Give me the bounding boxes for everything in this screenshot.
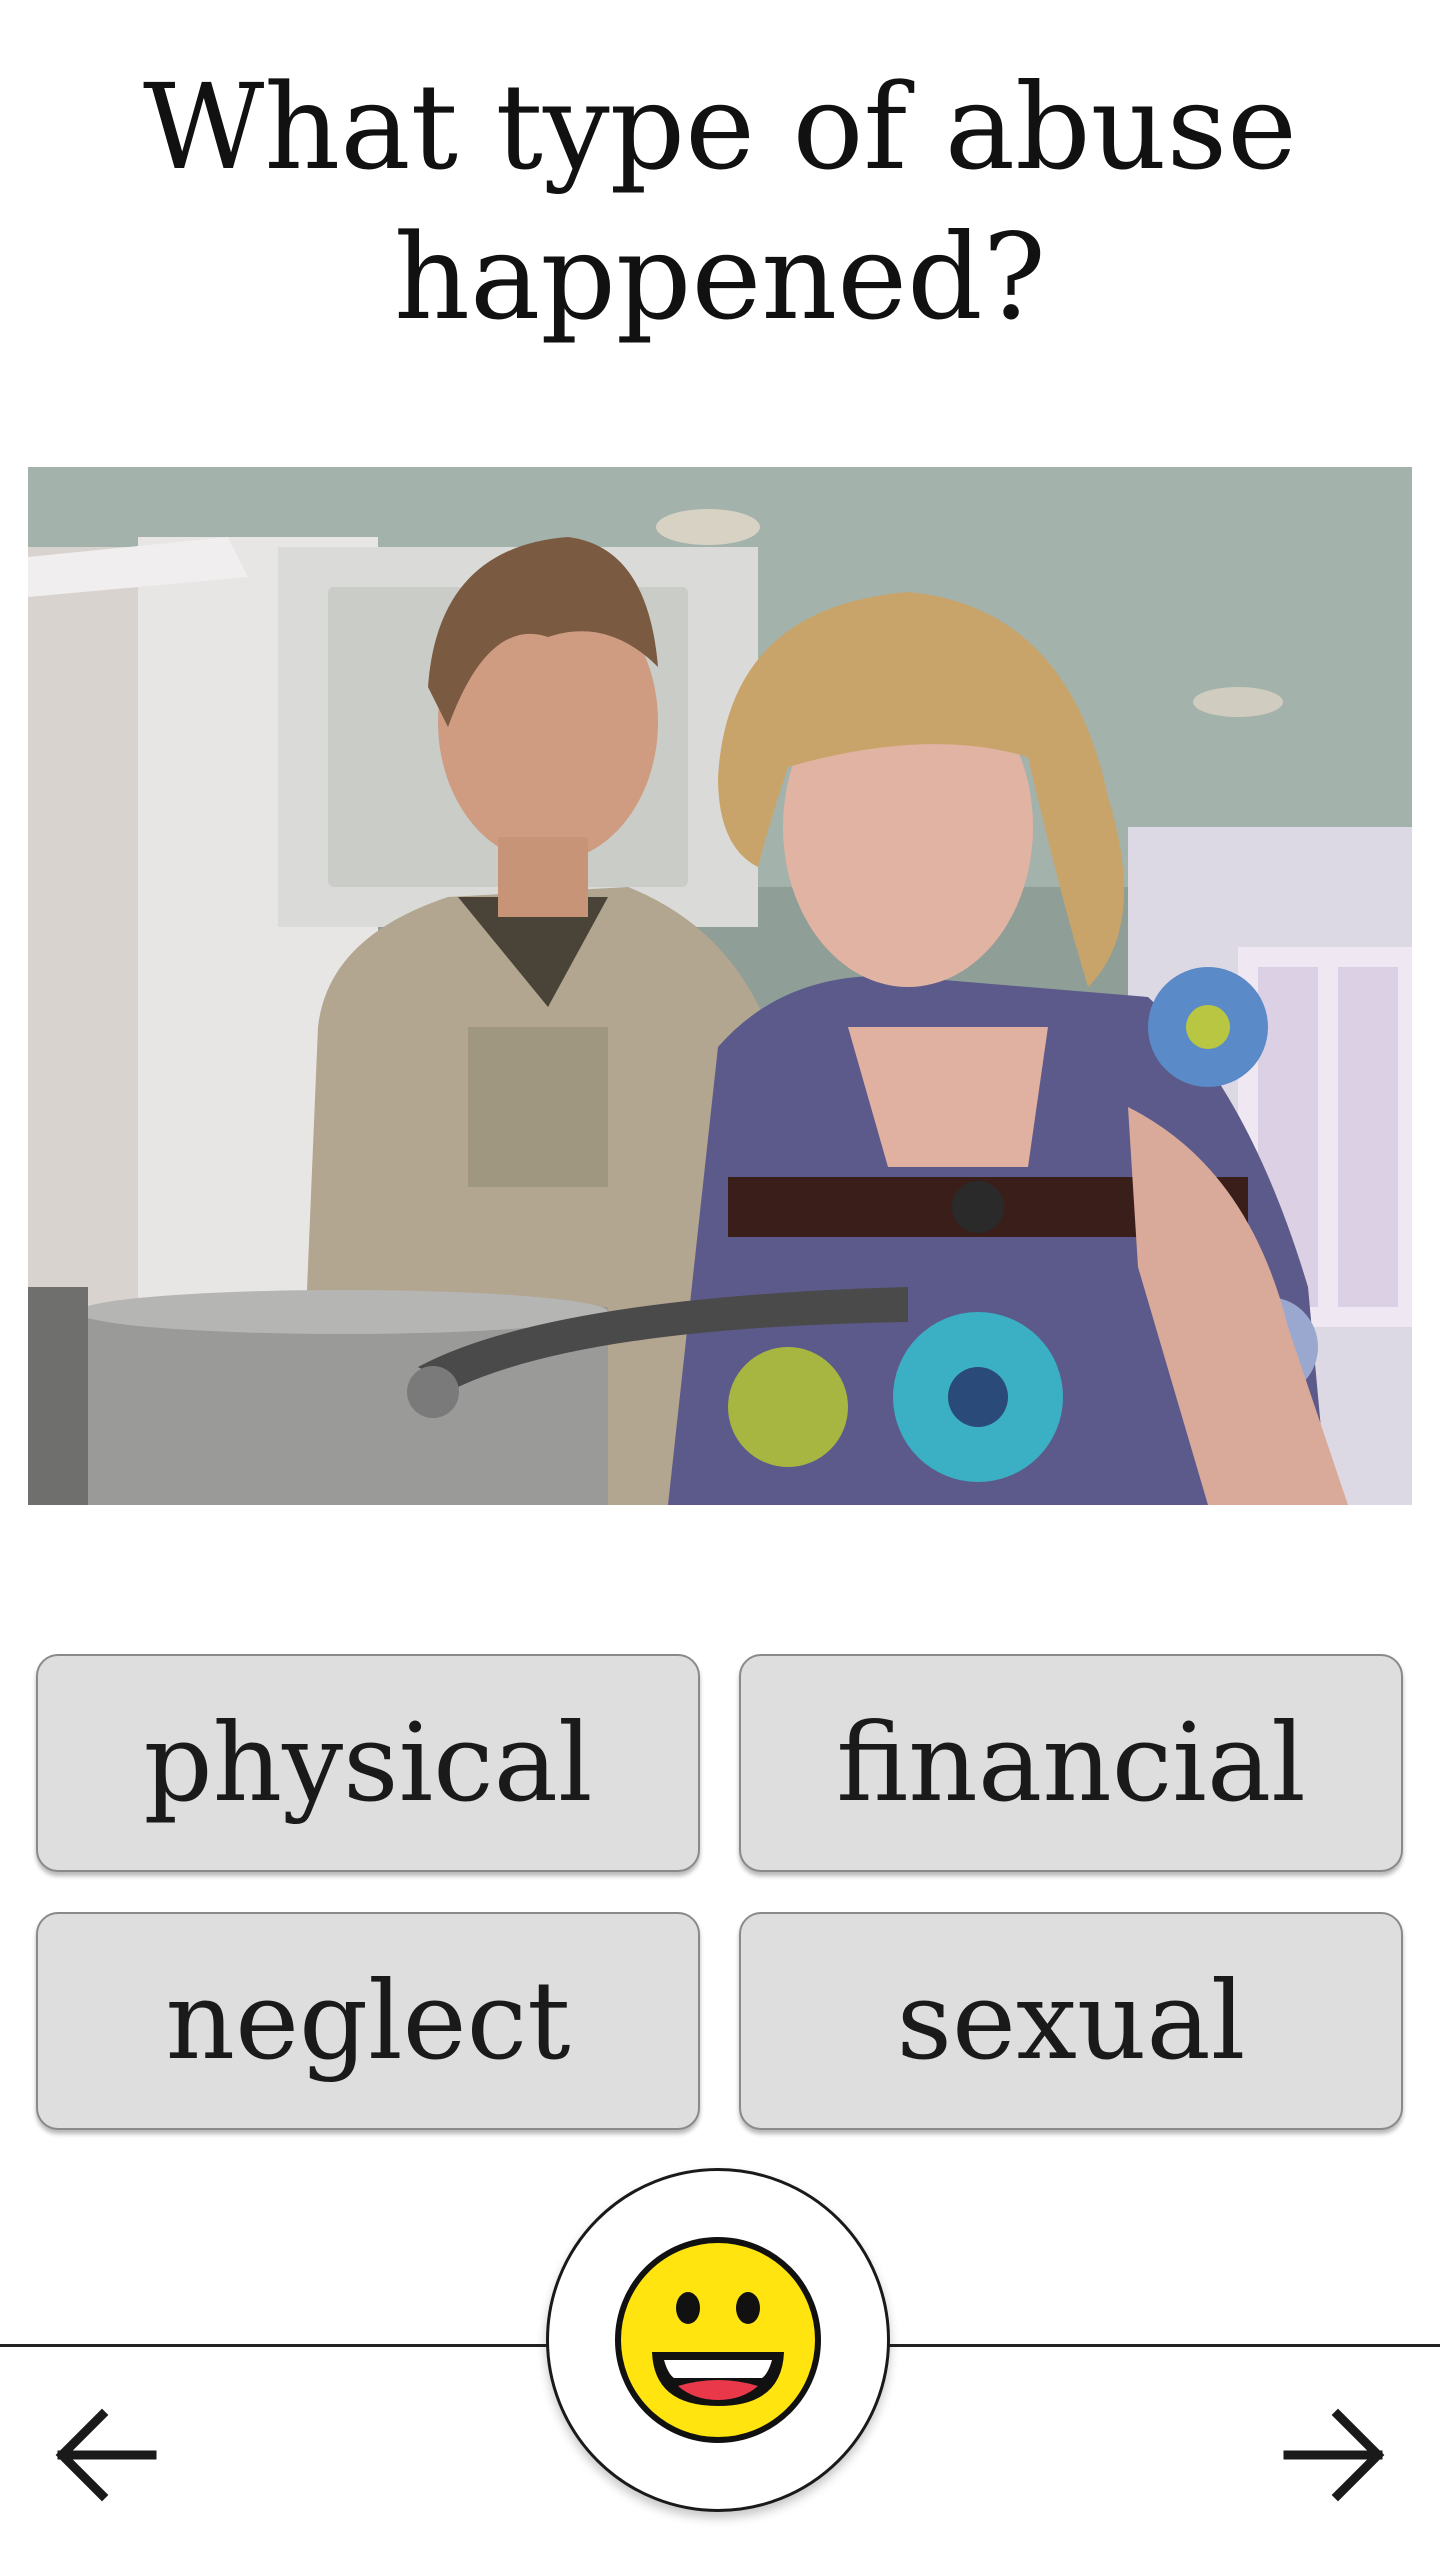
back-button[interactable] <box>42 2390 172 2520</box>
question-line-1: What type of abuse <box>142 58 1297 196</box>
next-button[interactable] <box>1268 2390 1398 2520</box>
answer-sexual-button[interactable]: sexual <box>739 1912 1403 2130</box>
answer-financial-button[interactable]: financial <box>739 1654 1403 1872</box>
smiling-face-icon <box>615 2237 821 2443</box>
answer-neglect-button[interactable]: neglect <box>36 1912 700 2130</box>
question-title: What type of abuse happened? <box>60 52 1380 352</box>
scene-photo <box>28 467 1412 1505</box>
feedback-emoji-button[interactable] <box>546 2168 890 2512</box>
answer-physical-button[interactable]: physical <box>36 1654 700 1872</box>
question-line-2: happened? <box>394 208 1046 346</box>
arrow-left-icon <box>55 2408 157 2502</box>
arrow-right-icon <box>1283 2408 1385 2502</box>
